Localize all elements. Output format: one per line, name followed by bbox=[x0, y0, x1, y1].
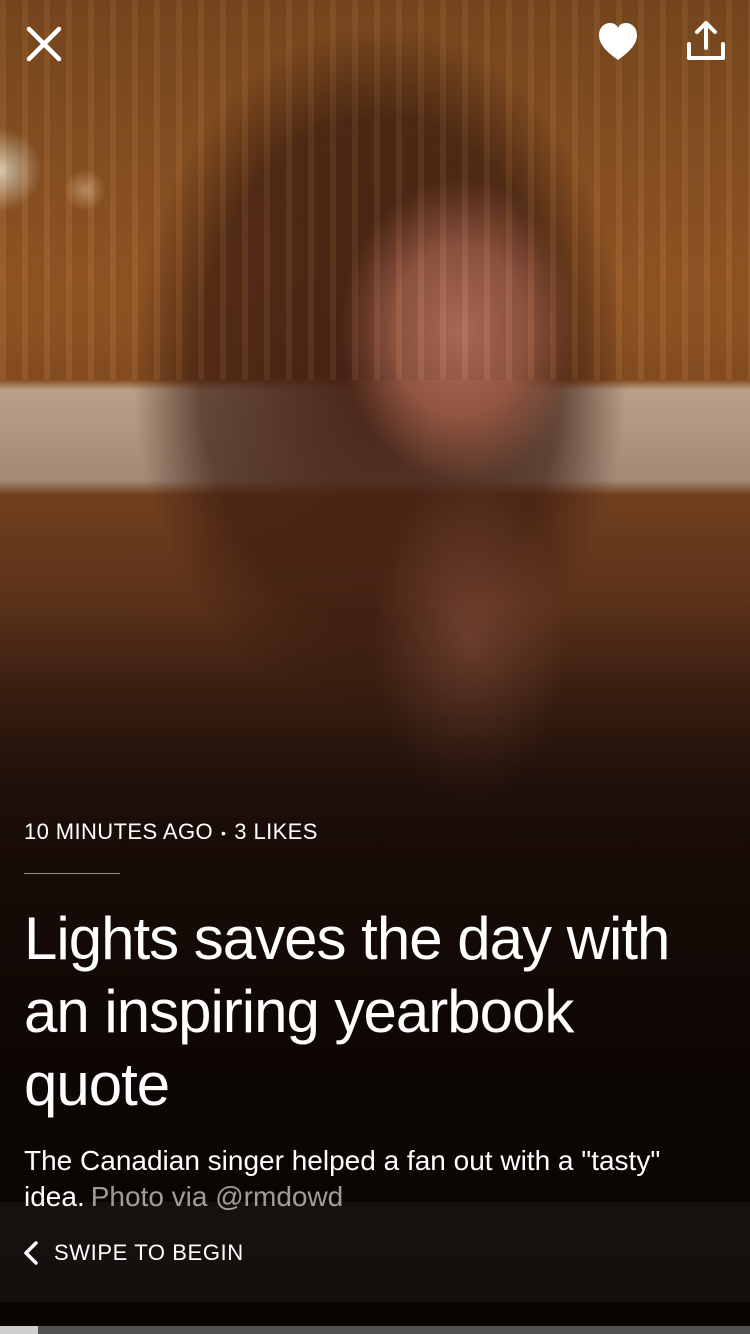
divider bbox=[24, 873, 120, 875]
story-progress-bar bbox=[0, 1326, 750, 1334]
swipe-bar: SWIPE TO BEGIN bbox=[0, 1202, 750, 1302]
likes-count: 3 LIKES bbox=[234, 819, 318, 844]
swipe-to-begin-button[interactable]: SWIPE TO BEGIN bbox=[22, 1238, 244, 1268]
story-meta: 10 MINUTES AGO • 3 LIKES bbox=[24, 812, 726, 853]
heart-icon bbox=[599, 23, 637, 60]
time-ago: 10 MINUTES AGO bbox=[24, 819, 213, 844]
top-bar bbox=[0, 0, 750, 90]
close-button[interactable] bbox=[20, 20, 68, 68]
story-text: 10 MINUTES AGO • 3 LIKES Lights saves the … bbox=[24, 812, 726, 1215]
story-headline: Lights saves the day with an inspiring y… bbox=[24, 905, 670, 1119]
meta-separator: • bbox=[220, 825, 227, 842]
like-button[interactable] bbox=[594, 18, 642, 66]
chevron-left-icon bbox=[24, 1241, 38, 1265]
share-button[interactable] bbox=[680, 18, 732, 68]
swipe-label: SWIPE TO BEGIN bbox=[54, 1240, 244, 1265]
story-progress-fill bbox=[0, 1326, 38, 1334]
close-icon bbox=[26, 26, 62, 62]
share-icon bbox=[687, 21, 725, 60]
